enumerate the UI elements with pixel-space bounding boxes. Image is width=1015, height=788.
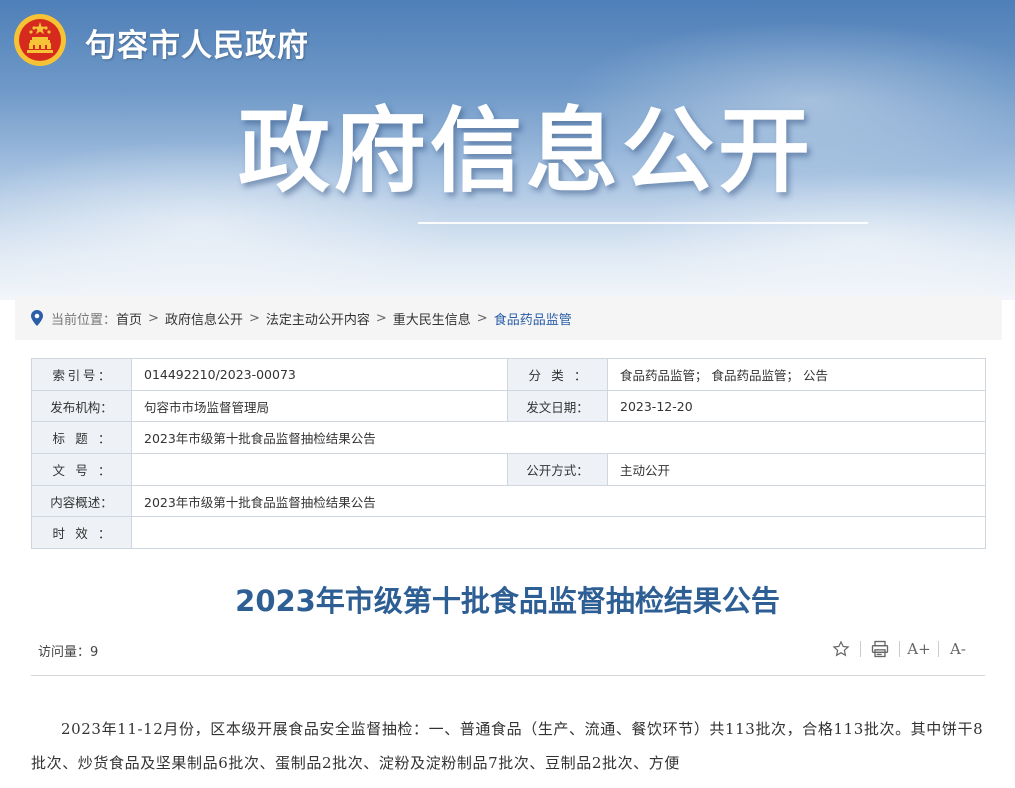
article-body: 2023年11-12月份，区本级开展食品安全监督抽检：一、普通食品（生产、流通、… (31, 720, 984, 772)
article-title: 2023年市级第十批食品监督抽检结果公告 (235, 584, 780, 618)
disclosure-value: 主动公开 (607, 453, 986, 486)
docno-value (131, 453, 508, 486)
summary-label: 内容概述： (31, 484, 132, 518)
header-banner: 句容市人民政府 政府信息公开 (0, 0, 1015, 300)
table-row: 时效： (31, 516, 986, 550)
visits-value: 9 (90, 645, 99, 660)
validity-value (131, 516, 986, 550)
table-row: 索引号： 014492210/2023-00073 分类： 食品药品监管； 食品… (31, 358, 986, 391)
docno-label-cell: 文号： (31, 453, 132, 486)
publisher-label: 发布机构： (31, 389, 132, 423)
article-toolbar: 访问量：9 A+ A- (31, 632, 985, 676)
category-label-cell: 分类： (507, 358, 608, 391)
date-label: 发文日期： (507, 389, 608, 423)
table-row: 文号： 公开方式： 主动公开 (31, 453, 986, 486)
breadcrumb: 当前位置： 首页 > 政府信息公开 > 法定主动公开内容 > 重大民生信息 > … (15, 296, 1002, 340)
breadcrumb-livelihood[interactable]: 重大民生信息 (393, 309, 471, 328)
index-label-cell: 索引号： (31, 358, 132, 391)
breadcrumb-separator: > (476, 310, 488, 326)
summary-value: 2023年市级第十批食品监督抽检结果公告 (131, 484, 986, 518)
disclosure-label: 公开方式： (507, 453, 608, 486)
breadcrumb-statutory[interactable]: 法定主动公开内容 (266, 309, 370, 328)
table-row: 发布机构： 句容市市场监督管理局 发文日期： 2023-12-20 (31, 389, 986, 423)
site-name[interactable]: 句容市人民政府 (85, 20, 309, 65)
metadata-table: 索引号： 014492210/2023-00073 分类： 食品药品监管； 食品… (31, 358, 986, 550)
breadcrumb-separator: > (148, 310, 159, 326)
breadcrumb-label: 当前位置： (51, 312, 117, 328)
index-label: 索引号： (52, 367, 111, 383)
breadcrumb-separator: > (248, 310, 260, 326)
article-tools: A+ A- (830, 638, 969, 660)
breadcrumb-gov-info[interactable]: 政府信息公开 (165, 309, 243, 328)
title-underline (418, 222, 868, 224)
location-pin-icon (31, 310, 43, 326)
font-decrease-button[interactable]: A- (947, 638, 969, 660)
breadcrumb-separator: > (375, 310, 387, 326)
visit-count: 访问量：9 (38, 641, 98, 660)
publisher-value: 句容市市场监督管理局 (131, 389, 508, 423)
breadcrumb-current[interactable]: 食品药品监管 (494, 309, 572, 328)
title-value: 2023年市级第十批食品监督抽检结果公告 (131, 421, 986, 455)
date-value: 2023-12-20 (607, 389, 986, 423)
tool-divider (938, 641, 939, 657)
table-row: 内容概述： 2023年市级第十批食品监督抽检结果公告 (31, 484, 986, 518)
printer-icon[interactable] (869, 638, 891, 660)
index-value: 014492210/2023-00073 (131, 358, 508, 391)
section-title: 政府信息公开 (238, 98, 815, 205)
visits-label: 访问量： (38, 645, 91, 660)
star-icon[interactable] (830, 638, 852, 660)
tool-divider (899, 641, 900, 657)
category-label: 分类： (528, 367, 587, 383)
validity-label: 时效： (52, 526, 111, 542)
table-row: 标题： 2023年市级第十批食品监督抽检结果公告 (31, 421, 986, 455)
breadcrumb-home[interactable]: 首页 (116, 309, 142, 328)
title-label-cell: 标题： (31, 421, 132, 455)
tool-divider (860, 641, 861, 657)
national-emblem-icon[interactable] (12, 12, 68, 68)
validity-label-cell: 时效： (31, 516, 132, 550)
docno-label: 文号： (52, 462, 111, 478)
font-increase-button[interactable]: A+ (907, 638, 930, 660)
category-value: 食品药品监管； 食品药品监管； 公告 (607, 358, 986, 391)
title-label: 标题： (52, 431, 111, 447)
